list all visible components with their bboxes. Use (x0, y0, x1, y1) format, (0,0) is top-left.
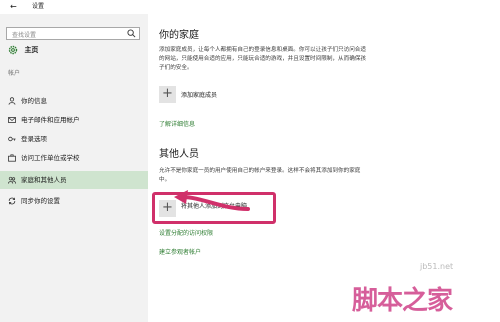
family-heading: 你的家庭 (159, 30, 199, 41)
mail-icon (8, 117, 16, 123)
title-bar: ← 设置 (0, 0, 500, 14)
sidebar-home[interactable]: 主页 (8, 45, 38, 57)
window-title: 设置 (32, 3, 45, 10)
sidebar-home-label: 主页 (24, 46, 39, 54)
kiosk-account-link[interactable]: 建立参观者帐户 (159, 247, 201, 256)
sidebar-item-label: 电子邮件和应用帐户 (21, 116, 80, 124)
add-family-member-label[interactable]: 添加家庭成员 (181, 90, 217, 99)
annotation-arrow (174, 190, 250, 211)
search-placeholder: 查找设置 (12, 32, 37, 39)
other-people-heading: 其他人员 (159, 149, 199, 160)
sidebar-item-label: 你的信息 (21, 97, 47, 105)
sidebar-item-email-accounts[interactable]: 电子邮件和应用帐户 (0, 111, 148, 129)
search-input[interactable]: 查找设置 (6, 27, 140, 40)
sidebar-item-sign-in[interactable]: 登录选项 (0, 130, 148, 148)
sync-icon (8, 197, 16, 205)
sidebar-item-family-others[interactable]: 家庭和其他人员 (0, 171, 148, 189)
back-button[interactable]: ← (10, 0, 17, 14)
sidebar-item-label: 访问工作单位或学校 (21, 154, 80, 162)
person-icon (8, 97, 16, 105)
sidebar-section-label: 帐户 (8, 70, 21, 77)
other-people-description: 允许不是你家庭一员的用户使用自己的帐户来登录。这样不会将其添加到你的家庭中。 (159, 168, 361, 183)
assigned-access-link[interactable]: 设置分配的访问权限 (159, 228, 213, 237)
main-content: 你的家庭 添加家庭成员，让每个人都拥有自己的登录信息和桌面。你可以让孩子们只访问… (148, 14, 500, 322)
gear-icon (8, 45, 18, 55)
briefcase-icon (8, 154, 16, 162)
watermark-url: jb51.net (420, 262, 454, 271)
family-description: 添加家庭成员，让每个人都拥有自己的登录信息和桌面。你可以让孩子们只访问合适的网站… (159, 47, 366, 71)
people-icon (8, 176, 16, 184)
plus-icon: + (162, 86, 173, 101)
watermark-logo: 脚本之家 (352, 286, 453, 316)
learn-more-link[interactable]: 了解详细信息 (159, 119, 195, 128)
search-icon (127, 29, 136, 38)
sidebar-item-label: 家庭和其他人员 (21, 176, 67, 184)
add-family-member-button[interactable]: + (159, 86, 176, 103)
sidebar-item-sync[interactable]: 同步你的设置 (0, 192, 148, 210)
sidebar-item-work-school[interactable]: 访问工作单位或学校 (0, 149, 148, 167)
sidebar-item-label: 同步你的设置 (21, 197, 60, 205)
sidebar-item-label: 登录选项 (21, 135, 47, 143)
key-icon (8, 136, 16, 142)
sidebar: 查找设置 主页 帐户 你的信息 电子邮件和应用帐户 登录选项 访问工作单位或学校… (0, 14, 148, 322)
sidebar-item-your-info[interactable]: 你的信息 (0, 92, 148, 110)
